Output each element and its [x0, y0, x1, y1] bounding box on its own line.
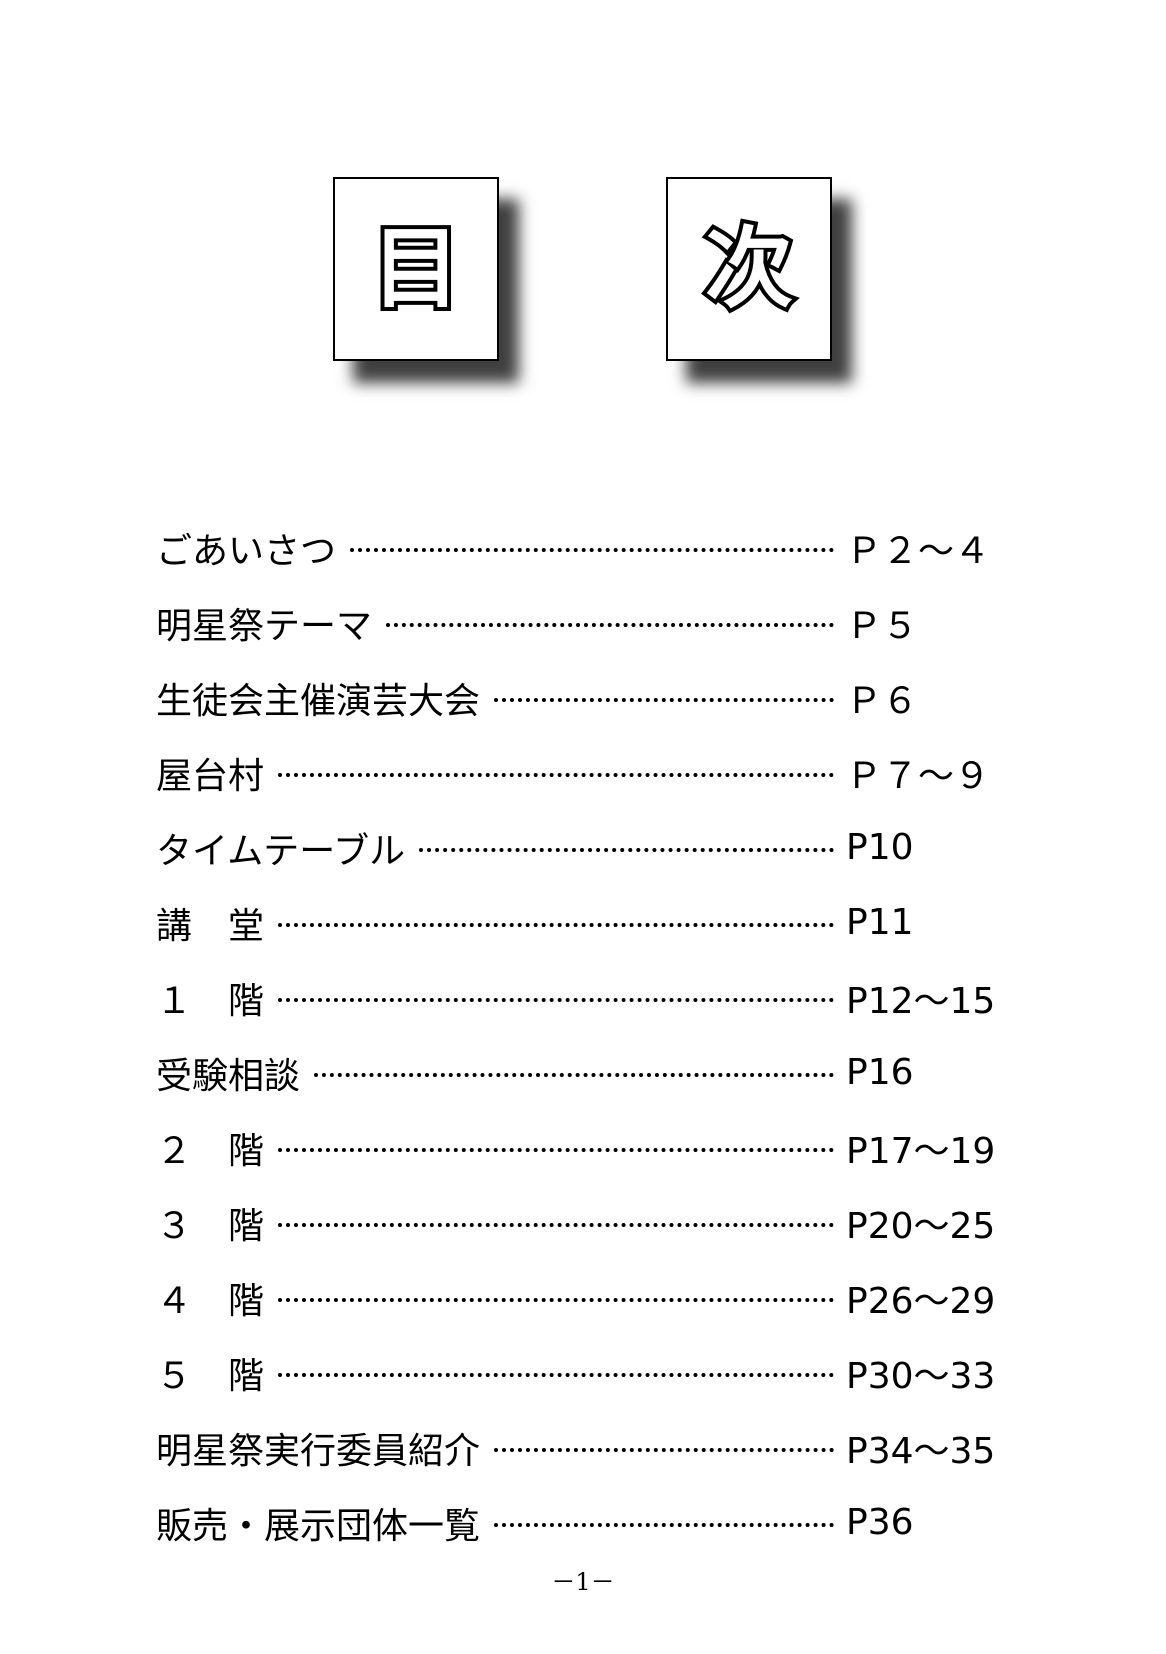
toc-row-timetable[interactable]: タイムテーブル P10	[156, 810, 1016, 885]
toc-page: P17～19	[846, 1130, 996, 1172]
toc-row-floor-2[interactable]: ２ 階 P17～19	[156, 1110, 1016, 1185]
toc-page: P11	[846, 902, 914, 943]
toc-row-greeting[interactable]: ごあいさつ Ｐ２～４	[156, 510, 1016, 585]
toc-leader-dots	[494, 697, 834, 702]
toc-label: 屋台村	[156, 755, 265, 797]
title-char-ji: 次	[701, 217, 797, 320]
toc-leader-dots	[278, 1147, 834, 1152]
toc-row-auditorium[interactable]: 講 堂 P11	[156, 885, 1016, 960]
toc-label: １ 階	[156, 980, 265, 1022]
toc-label: ２ 階	[156, 1130, 265, 1172]
toc-row-floor-1[interactable]: １ 階 P12～15	[156, 960, 1016, 1035]
toc-leader-dots	[494, 1447, 834, 1452]
toc-row-floor-4[interactable]: ４ 階 P26～29	[156, 1260, 1016, 1335]
toc-row-performance[interactable]: 生徒会主催演芸大会 Ｐ６	[156, 660, 1016, 735]
toc-row-exam-consultation[interactable]: 受験相談 P16	[156, 1035, 1016, 1110]
toc-label: タイムテーブル	[156, 830, 406, 872]
toc-row-theme[interactable]: 明星祭テーマ Ｐ５	[156, 585, 1016, 660]
toc-page: P10	[846, 827, 914, 868]
toc-page: Ｐ５	[846, 605, 919, 647]
toc-row-floor-5[interactable]: ５ 階 P30～33	[156, 1335, 1016, 1410]
toc-leader-dots	[278, 1222, 834, 1227]
toc-page: P12～15	[846, 980, 996, 1022]
toc-leader-dots	[278, 1372, 834, 1377]
toc-row-food-stalls[interactable]: 屋台村 Ｐ７～９	[156, 735, 1016, 810]
toc-leader-dots	[278, 922, 834, 927]
toc-leader-dots	[278, 772, 834, 777]
toc-page: P20～25	[846, 1205, 996, 1247]
toc-page: P30～33	[846, 1355, 996, 1397]
toc-leader-dots	[494, 1522, 834, 1527]
toc-row-exhibitors[interactable]: 販売・展示団体一覧 P36	[156, 1485, 1016, 1560]
toc-leader-dots	[350, 547, 834, 552]
page-number: －1－	[551, 1568, 615, 1596]
toc-page: P16	[846, 1052, 914, 1093]
title-box-left: 目	[333, 177, 499, 361]
toc-leader-dots	[386, 622, 834, 627]
toc-label: 生徒会主催演芸大会	[156, 680, 481, 722]
toc-label: 明星祭テーマ	[156, 605, 373, 647]
toc-page: Ｐ２～４	[846, 530, 991, 572]
toc-label: ３ 階	[156, 1205, 265, 1247]
title-box-right: 次	[666, 177, 832, 361]
toc-label: ５ 階	[156, 1355, 265, 1397]
toc-page: P36	[846, 1502, 914, 1543]
toc-label: 講 堂	[156, 905, 265, 947]
toc-page: P34～35	[846, 1430, 996, 1472]
toc-label: 受験相談	[156, 1055, 301, 1097]
toc-page: P26～29	[846, 1280, 996, 1322]
toc-label: ４ 階	[156, 1280, 265, 1322]
toc-label: 販売・展示団体一覧	[156, 1505, 481, 1547]
table-of-contents: ごあいさつ Ｐ２～４ 明星祭テーマ Ｐ５ 生徒会主催演芸大会 Ｐ６ 屋台村 Ｐ７…	[156, 510, 1016, 1560]
toc-leader-dots	[278, 997, 834, 1002]
toc-label: 明星祭実行委員紹介	[156, 1430, 481, 1472]
toc-page: Ｐ６	[846, 680, 919, 722]
toc-label: ごあいさつ	[156, 530, 337, 572]
toc-row-committee[interactable]: 明星祭実行委員紹介 P34～35	[156, 1410, 1016, 1485]
toc-leader-dots	[278, 1297, 834, 1302]
title-char-moku: 目	[368, 217, 464, 320]
toc-page: Ｐ７～９	[846, 755, 991, 797]
toc-row-floor-3[interactable]: ３ 階 P20～25	[156, 1185, 1016, 1260]
toc-leader-dots	[419, 847, 834, 852]
toc-leader-dots	[314, 1072, 834, 1077]
